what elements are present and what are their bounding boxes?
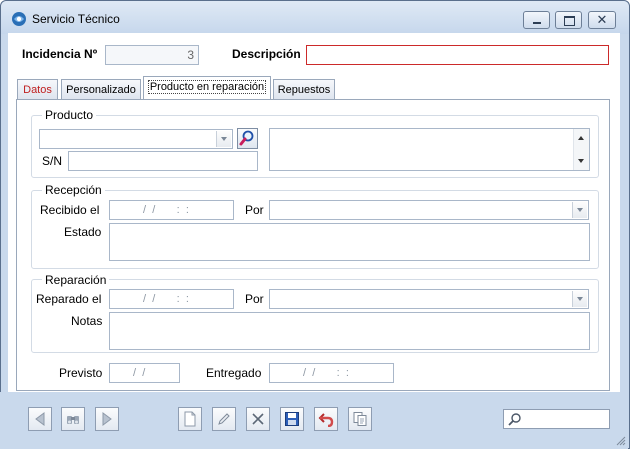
tab-repuestos[interactable]: Repuestos bbox=[273, 79, 335, 100]
producto-description-scrollbar[interactable] bbox=[573, 129, 589, 170]
save-icon bbox=[285, 412, 299, 426]
chevron-down-icon[interactable] bbox=[216, 131, 231, 147]
copy-record-button[interactable] bbox=[348, 407, 372, 431]
estado-label: Estado bbox=[64, 225, 102, 239]
producto-group-title: Producto bbox=[42, 108, 97, 122]
window-title: Servicio Técnico bbox=[32, 12, 120, 26]
app-icon bbox=[12, 12, 26, 26]
find-button[interactable] bbox=[61, 407, 85, 431]
previsto-label: Previsto bbox=[59, 366, 103, 380]
reparacion-por-label: Por bbox=[245, 292, 264, 306]
save-record-button[interactable] bbox=[280, 407, 304, 431]
tab-datos-label: Datos bbox=[23, 84, 52, 96]
previous-record-button[interactable] bbox=[28, 407, 52, 431]
next-record-button[interactable] bbox=[95, 407, 119, 431]
recibido-date-field[interactable]: / / : : bbox=[109, 200, 234, 220]
scroll-down-icon[interactable] bbox=[578, 159, 584, 163]
maximize-button[interactable] bbox=[555, 11, 582, 29]
copy-icon bbox=[353, 412, 367, 426]
recepcion-group-title: Recepción bbox=[42, 183, 105, 197]
descripcion-field[interactable] bbox=[306, 45, 609, 65]
toolbar-search-input[interactable] bbox=[503, 409, 610, 429]
producto-description-textarea[interactable] bbox=[269, 128, 590, 171]
close-button[interactable]: ✕ bbox=[588, 11, 616, 29]
recibido-label: Recibido el bbox=[40, 203, 100, 217]
search-icon bbox=[508, 413, 521, 426]
recepcion-por-combo[interactable] bbox=[269, 200, 589, 220]
incidencia-number-field[interactable]: 3 bbox=[105, 45, 199, 65]
sn-label: S/N bbox=[42, 154, 63, 168]
title-bar[interactable]: Servicio Técnico ✕ bbox=[1, 1, 629, 34]
reparado-date-field[interactable]: / / : : bbox=[109, 289, 234, 309]
tab-datos[interactable]: Datos bbox=[17, 79, 58, 100]
producto-combo[interactable] bbox=[39, 129, 233, 149]
search-product-button[interactable] bbox=[237, 128, 258, 149]
new-record-button[interactable] bbox=[178, 407, 202, 431]
close-icon: ✕ bbox=[596, 12, 608, 27]
binoculars-icon bbox=[67, 416, 79, 424]
sn-field[interactable] bbox=[68, 151, 258, 171]
notas-label: Notas bbox=[71, 314, 103, 328]
next-icon bbox=[102, 412, 112, 426]
reparacion-group-title: Reparación bbox=[42, 273, 110, 287]
descripcion-label: Descripción bbox=[232, 47, 301, 61]
minimize-button[interactable] bbox=[523, 11, 550, 29]
edit-record-button[interactable] bbox=[212, 407, 236, 431]
tab-producto-en-reparacion[interactable]: Producto en reparación bbox=[143, 76, 271, 100]
delete-record-button[interactable] bbox=[246, 407, 270, 431]
undo-button[interactable] bbox=[314, 407, 338, 431]
scroll-up-icon[interactable] bbox=[578, 136, 584, 140]
recepcion-por-label: Por bbox=[245, 203, 264, 217]
undo-icon bbox=[318, 413, 334, 427]
previous-icon bbox=[35, 412, 45, 426]
tab-repuestos-label: Repuestos bbox=[277, 84, 331, 96]
magnifier-icon bbox=[239, 130, 254, 146]
resize-grip-icon[interactable] bbox=[614, 434, 626, 446]
incidencia-label: Incidencia Nº bbox=[22, 47, 98, 61]
entregado-date-field[interactable]: / / : : bbox=[269, 363, 394, 383]
tab-personalizado-label: Personalizado bbox=[66, 84, 136, 96]
reparado-label: Reparado el bbox=[36, 292, 102, 306]
chevron-down-icon[interactable] bbox=[572, 291, 587, 307]
new-document-icon bbox=[184, 411, 196, 427]
tab-producto-label: Producto en reparación bbox=[147, 80, 267, 94]
previsto-date-field[interactable]: / / bbox=[109, 363, 180, 383]
tab-personalizado[interactable]: Personalizado bbox=[61, 79, 141, 100]
estado-textarea[interactable] bbox=[109, 223, 590, 261]
delete-icon bbox=[252, 413, 264, 425]
edit-icon bbox=[218, 413, 230, 425]
entregado-label: Entregado bbox=[206, 366, 262, 380]
chevron-down-icon[interactable] bbox=[572, 202, 587, 218]
notas-textarea[interactable] bbox=[109, 312, 590, 350]
reparacion-por-combo[interactable] bbox=[269, 289, 589, 309]
